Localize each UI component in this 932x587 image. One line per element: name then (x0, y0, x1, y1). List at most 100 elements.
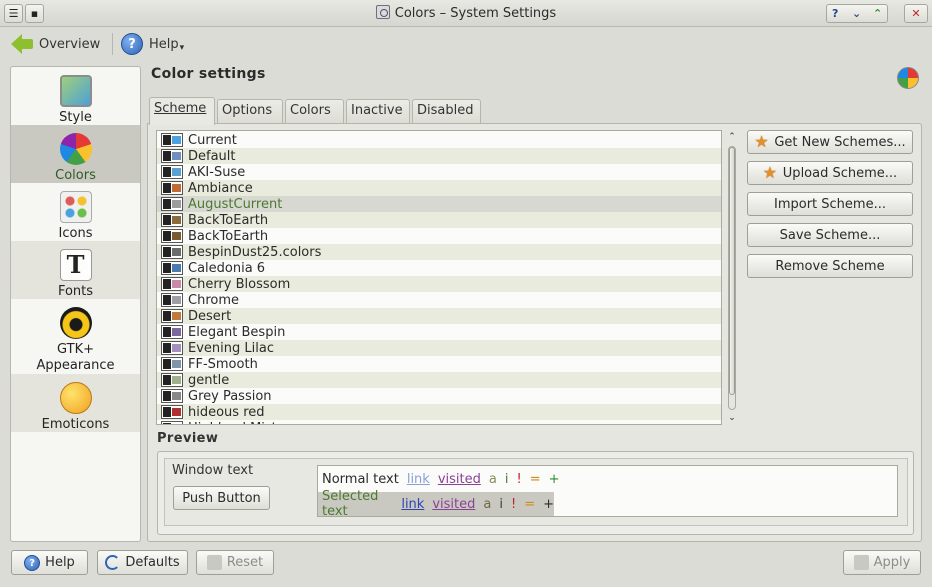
scheme-list-item[interactable]: Elegant Bespin (157, 324, 721, 340)
scheme-list-item[interactable]: Caledonia 6 (157, 260, 721, 276)
scheme-preview-icon (161, 165, 183, 179)
help-menu-button[interactable]: ? Help ▾ (121, 31, 184, 57)
apply-button[interactable]: Apply (843, 550, 921, 575)
tab-inactive[interactable]: Inactive (346, 99, 410, 124)
colors-module-icon (897, 67, 919, 89)
sidebar-item-emoticons[interactable]: Emoticons (11, 374, 140, 432)
tab-disabled[interactable]: Disabled (412, 99, 481, 124)
scheme-preview-icon (161, 229, 183, 243)
scheme-name: BackToEarth (188, 228, 269, 244)
preview-visited: visited (437, 471, 481, 487)
scheme-list-item[interactable]: AugustCurrent (157, 196, 721, 212)
scheme-preview-icon (161, 133, 183, 147)
scheme-list-item[interactable]: Cherry Blossom (157, 276, 721, 292)
scheme-name: Default (188, 148, 236, 164)
import-scheme-button[interactable]: Import Scheme... (747, 192, 913, 216)
scheme-list-item[interactable]: Current (157, 132, 721, 148)
save-scheme-button[interactable]: Save Scheme... (747, 223, 913, 247)
scheme-name: Current (188, 132, 237, 148)
tab-options[interactable]: Options (217, 99, 283, 124)
scheme-name: gentle (188, 372, 230, 388)
defaults-button[interactable]: Defaults (97, 550, 188, 575)
scheme-list-item[interactable]: Grey Passion (157, 388, 721, 404)
scheme-list-item[interactable]: Evening Lilac (157, 340, 721, 356)
dropdown-arrow-icon: ▾ (179, 43, 185, 53)
overview-button[interactable]: Overview (11, 31, 100, 57)
preview-selected-line: Selected text link visited a i ! = + (318, 489, 554, 519)
get-new-schemes-button[interactable]: Get New Schemes... (747, 130, 913, 154)
fonts-icon: T (59, 249, 92, 281)
remove-scheme-button[interactable]: Remove Scheme (747, 254, 913, 278)
system-settings-icon (375, 5, 390, 19)
scheme-preview-icon (161, 261, 183, 275)
scheme-name: AKI-Suse (188, 164, 246, 180)
scheme-list-scrollbar[interactable]: ⌃ ⌄ (725, 131, 739, 425)
reset-button[interactable]: Reset (196, 550, 274, 575)
scheme-list-item[interactable]: Highland Mist (157, 420, 721, 424)
scrollbar-track[interactable] (728, 146, 736, 410)
scheme-name: Desert (188, 308, 232, 324)
scheme-list-item[interactable]: Chrome (157, 292, 721, 308)
scheme-list-item[interactable]: Desert (157, 308, 721, 324)
scheme-preview-icon (161, 197, 183, 211)
sidebar-item-colors[interactable]: Colors (11, 125, 140, 183)
scheme-preview-icon (161, 245, 183, 259)
emoticons-icon (59, 382, 92, 414)
scheme-name: FF-Smooth (188, 356, 258, 372)
scroll-down-icon[interactable]: ⌄ (725, 412, 739, 424)
scheme-list-item[interactable]: hideous red (157, 404, 721, 420)
scheme-list-item[interactable]: BackToEarth (157, 212, 721, 228)
scheme-name: Chrome (188, 292, 239, 308)
preview-push-button[interactable]: Push Button (173, 486, 270, 510)
overview-label: Overview (39, 36, 101, 52)
preview-selected-i: i (499, 496, 503, 512)
help-label: Help (149, 36, 179, 52)
scheme-name: Grey Passion (188, 388, 272, 404)
sidebar-item-fonts[interactable]: T Fonts (11, 241, 140, 299)
scheme-list-item[interactable]: AKI-Suse (157, 164, 721, 180)
minimize-button[interactable]: ⌄ (852, 5, 861, 22)
close-icon: ✕ (911, 7, 921, 20)
tab-colors[interactable]: Colors (285, 99, 344, 124)
window-controls: ? ⌄ ⌃ (826, 4, 888, 23)
scheme-preview-icon (161, 325, 183, 339)
help-button[interactable]: ? Help (11, 550, 88, 575)
window-title: Colors – System Settings (0, 5, 932, 21)
preview-heading: Preview (157, 431, 219, 446)
style-icon (59, 75, 92, 107)
icons-icon (59, 191, 92, 223)
scheme-list-item[interactable]: FF-Smooth (157, 356, 721, 372)
scheme-preview-icon (161, 389, 183, 403)
scheme-name: Elegant Bespin (188, 324, 286, 340)
scroll-up-icon[interactable]: ⌃ (725, 131, 739, 143)
sidebar-item-icons[interactable]: Icons (11, 183, 140, 241)
sidebar-item-style[interactable]: Style (11, 67, 140, 125)
scheme-list-item[interactable]: BackToEarth (157, 228, 721, 244)
scheme-name: Ambiance (188, 180, 253, 196)
apply-icon (853, 555, 869, 570)
scheme-preview-icon (161, 149, 183, 163)
back-arrow-icon (11, 33, 33, 55)
upload-scheme-button[interactable]: Upload Scheme... (747, 161, 913, 185)
context-help-button[interactable]: ? (832, 5, 838, 22)
sidebar-item-gtk-appearance[interactable]: GTK+ Appearance (11, 299, 140, 374)
scheme-preview-icon (161, 213, 183, 227)
scheme-list-item[interactable]: Ambiance (157, 180, 721, 196)
close-button[interactable]: ✕ (904, 4, 928, 23)
maximize-button[interactable]: ⌃ (873, 5, 882, 22)
scheme-preview-icon (161, 373, 183, 387)
scheme-preview-icon (161, 405, 183, 419)
preview-selected-neutral: = (524, 496, 536, 512)
scheme-name: AugustCurrent (188, 196, 283, 212)
scheme-list[interactable]: Current Default AKI-Suse Ambiance AugustCurr… (156, 130, 722, 425)
scrollbar-thumb[interactable] (729, 147, 735, 395)
scheme-name: BespinDust25.colors (188, 244, 322, 260)
scheme-list-item[interactable]: BespinDust25.colors (157, 244, 721, 260)
preview-selected-negative: ! (510, 496, 517, 512)
toolbar-separator (112, 33, 113, 55)
get-hot-new-stuff-icon (754, 132, 769, 151)
scheme-list-item[interactable]: gentle (157, 372, 721, 388)
scheme-list-item[interactable]: Default (157, 148, 721, 164)
scheme-preview-icon (161, 341, 183, 355)
tab-scheme[interactable]: Scheme (149, 97, 215, 125)
